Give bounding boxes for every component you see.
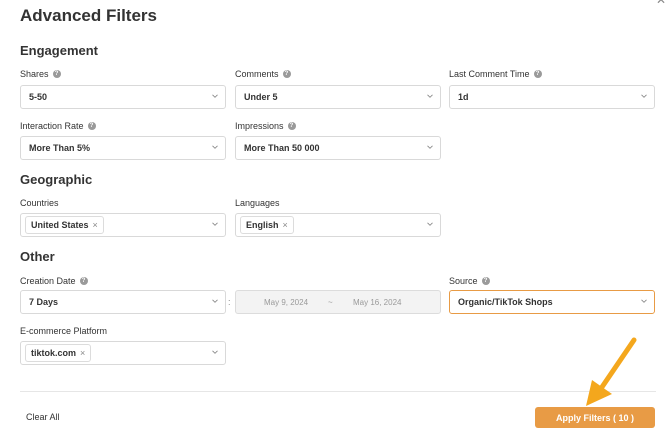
- date-range-separator: ~: [328, 298, 333, 307]
- chevron-down-icon: [212, 144, 218, 150]
- close-icon[interactable]: ✕: [656, 0, 666, 7]
- ecommerce-platform-select[interactable]: tiktok.com ×: [20, 341, 226, 365]
- countries-tag: United States ×: [25, 216, 104, 234]
- countries-label: Countries: [20, 198, 59, 208]
- shares-label-text: Shares: [20, 69, 49, 79]
- help-icon[interactable]: ?: [87, 122, 96, 130]
- dialog-title: Advanced Filters: [20, 6, 157, 25]
- languages-tag-label: English: [246, 220, 279, 230]
- comments-label: Comments ?: [235, 69, 291, 79]
- shares-value: 5-50: [29, 92, 48, 102]
- last-comment-time-select[interactable]: 1d: [449, 85, 655, 109]
- section-engagement: Engagement: [20, 43, 99, 58]
- shares-label: Shares ?: [20, 69, 61, 79]
- chevron-down-icon: [212, 349, 218, 355]
- creation-date-label: Creation Date ?: [20, 276, 88, 286]
- interaction-rate-label-text: Interaction Rate: [20, 121, 84, 131]
- date-from: May 9, 2024: [264, 298, 309, 307]
- countries-tag-label: United States: [31, 220, 89, 230]
- help-icon[interactable]: ?: [79, 277, 88, 285]
- clear-all-link[interactable]: Clear All: [26, 412, 60, 422]
- chevron-down-icon: [212, 298, 218, 304]
- languages-select[interactable]: English ×: [235, 213, 441, 237]
- creation-date-value: 7 Days: [29, 297, 59, 307]
- creation-date-label-text: Creation Date: [20, 276, 76, 286]
- source-select[interactable]: Organic/TikTok Shops: [449, 290, 655, 314]
- source-label: Source ?: [449, 276, 490, 286]
- last-comment-time-label-text: Last Comment Time: [449, 69, 530, 79]
- date-range-picker[interactable]: May 9, 2024 ~ May 16, 2024: [235, 290, 441, 314]
- interaction-rate-label: Interaction Rate ?: [20, 121, 96, 131]
- source-label-text: Source: [449, 276, 478, 286]
- section-geographic: Geographic: [20, 172, 93, 187]
- interaction-rate-value: More Than 5%: [29, 143, 91, 153]
- chevron-down-icon: [427, 93, 433, 99]
- help-icon[interactable]: ?: [287, 122, 296, 130]
- help-icon[interactable]: ?: [282, 70, 291, 78]
- languages-label: Languages: [235, 198, 280, 208]
- impressions-select[interactable]: More Than 50 000: [235, 136, 441, 160]
- chevron-down-icon: [212, 221, 218, 227]
- chevron-down-icon: [212, 93, 218, 99]
- close-icon[interactable]: ×: [283, 220, 288, 230]
- ecommerce-platform-tag-label: tiktok.com: [31, 348, 77, 358]
- help-icon[interactable]: ?: [52, 70, 61, 78]
- countries-label-text: Countries: [20, 198, 59, 208]
- impressions-label: Impressions ?: [235, 121, 296, 131]
- help-icon[interactable]: ?: [481, 277, 490, 285]
- date-to: May 16, 2024: [353, 298, 402, 307]
- close-icon[interactable]: ×: [93, 220, 98, 230]
- date-colon: :: [228, 297, 231, 307]
- help-icon[interactable]: ?: [533, 70, 542, 78]
- shares-select[interactable]: 5-50: [20, 85, 226, 109]
- creation-date-select[interactable]: 7 Days: [20, 290, 226, 314]
- languages-tag: English ×: [240, 216, 294, 234]
- last-comment-time-label: Last Comment Time ?: [449, 69, 542, 79]
- impressions-value: More Than 50 000: [244, 143, 320, 153]
- chevron-down-icon: [641, 93, 647, 99]
- apply-filters-button[interactable]: Apply Filters ( 10 ): [535, 407, 655, 428]
- ecommerce-platform-tag: tiktok.com ×: [25, 344, 92, 362]
- ecommerce-platform-label: E-commerce Platform: [20, 326, 107, 336]
- countries-select[interactable]: United States ×: [20, 213, 226, 237]
- ecommerce-platform-label-text: E-commerce Platform: [20, 326, 108, 336]
- interaction-rate-select[interactable]: More Than 5%: [20, 136, 226, 160]
- source-value: Organic/TikTok Shops: [458, 297, 553, 307]
- footer-divider: [20, 391, 656, 392]
- impressions-label-text: Impressions: [235, 121, 284, 131]
- annotation-arrow-icon: [586, 337, 637, 406]
- chevron-down-icon: [427, 144, 433, 150]
- languages-label-text: Languages: [235, 198, 280, 208]
- chevron-down-icon: [427, 221, 433, 227]
- comments-label-text: Comments: [235, 69, 279, 79]
- last-comment-time-value: 1d: [458, 92, 469, 102]
- close-icon[interactable]: ×: [80, 348, 85, 358]
- section-other: Other: [20, 249, 55, 264]
- comments-select[interactable]: Under 5: [235, 85, 441, 109]
- chevron-down-icon: [641, 298, 647, 304]
- comments-value: Under 5: [244, 92, 278, 102]
